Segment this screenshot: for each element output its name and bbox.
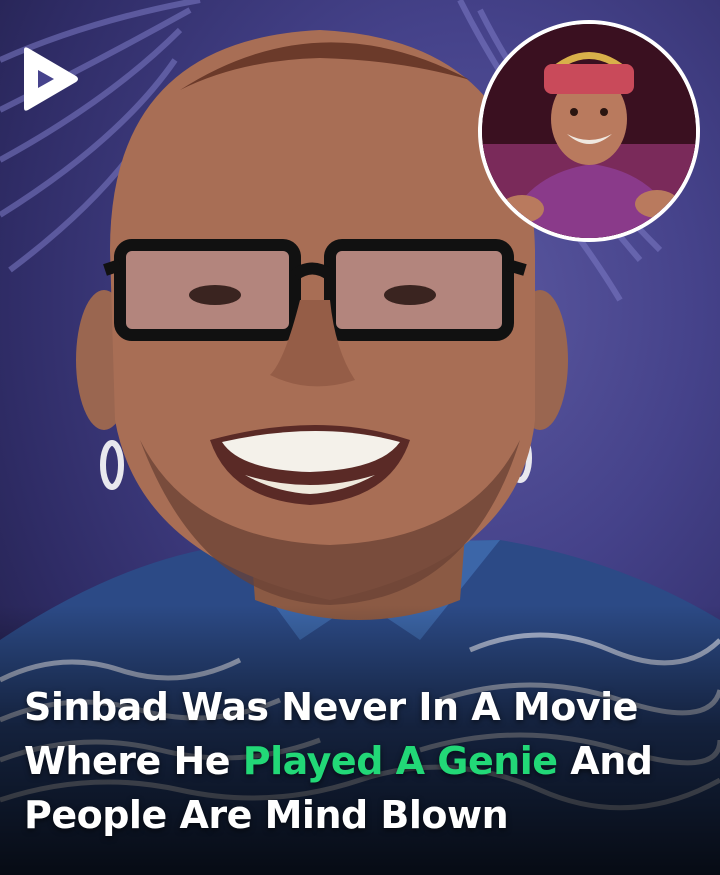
headline-highlight: Played A Genie bbox=[242, 739, 558, 783]
photo-card: Sinbad Was Never In A Movie Where He Pla… bbox=[0, 0, 720, 875]
play-logo-icon bbox=[24, 47, 78, 111]
headline-line-1: Sinbad Was Never In A Movie bbox=[24, 685, 638, 729]
headline-line-3: People Are Mind Blown bbox=[24, 793, 509, 837]
headline-line-2: Where He Played A Genie And bbox=[24, 734, 704, 788]
headline-line-2-start: Where He bbox=[24, 739, 243, 783]
headline-line-2-end: And bbox=[557, 739, 653, 783]
headline: Sinbad Was Never In A Movie Where He Pla… bbox=[24, 680, 704, 842]
genie-costume-image bbox=[482, 24, 696, 238]
inset-genie-photo bbox=[478, 20, 700, 242]
